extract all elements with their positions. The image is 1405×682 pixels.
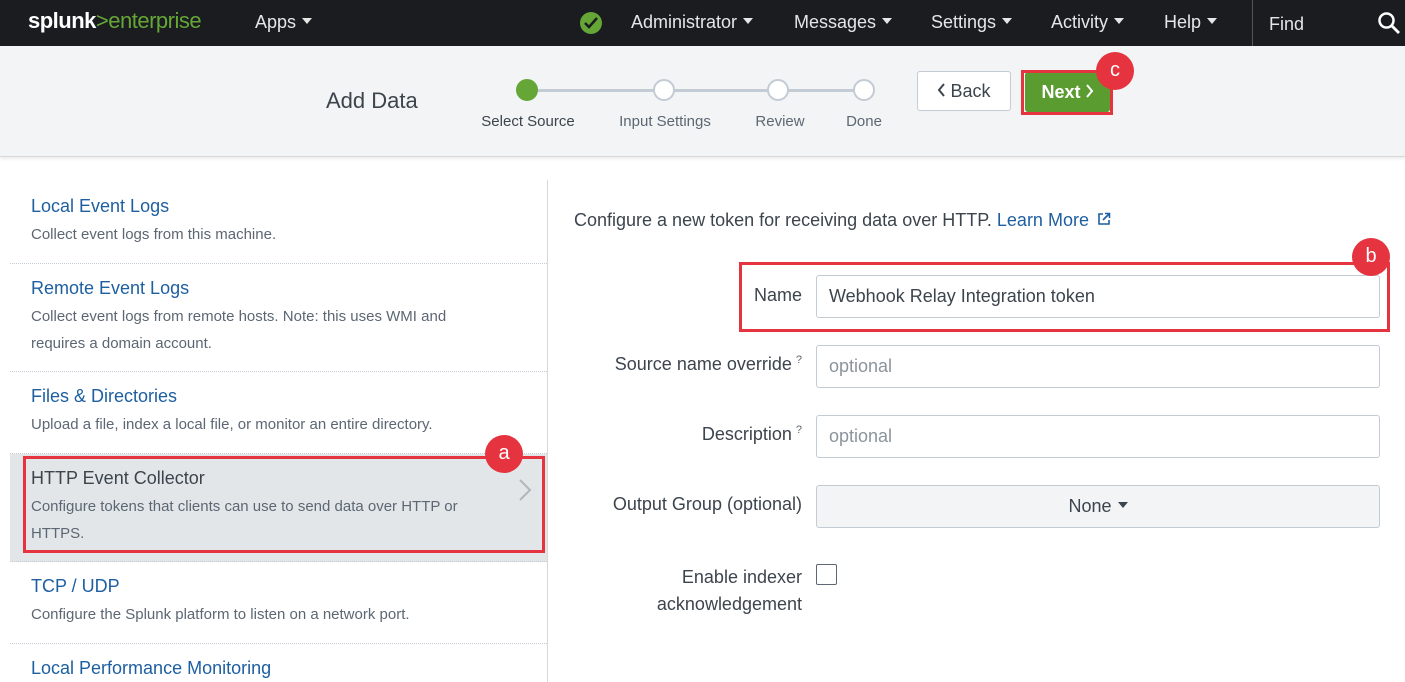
help-menu[interactable]: Help [1164, 12, 1218, 33]
apps-label: Apps [255, 12, 297, 32]
step-dot-input-settings [653, 79, 675, 101]
administrator-label: Administrator [631, 12, 738, 32]
add-data-header: Add Data Select Source Input Settings Re… [0, 46, 1405, 157]
step-label-input-settings: Input Settings [619, 113, 711, 130]
source-desc: Collect event logs from remote hosts. No… [31, 308, 447, 352]
indexer-ack-line1: Enable indexer [681, 567, 802, 587]
source-title: Local Performance Monitoring [31, 658, 272, 678]
chevron-down-icon [1117, 502, 1128, 509]
chevron-down-icon [302, 18, 313, 25]
source-title: Local Event Logs [31, 196, 170, 216]
indexer-ack-label: Enable indexer acknowledgement [657, 564, 802, 618]
source-title: TCP / UDP [31, 576, 120, 596]
learn-more-label: Learn More [996, 210, 1089, 230]
brand-main: splunk [28, 8, 96, 33]
activity-menu[interactable]: Activity [1051, 12, 1125, 33]
step-dot-review [767, 79, 789, 101]
annotation-badge-b: b [1352, 238, 1390, 276]
external-link-icon [1098, 212, 1111, 226]
source-title: Files & Directories [31, 386, 178, 406]
learn-more-link[interactable]: Learn More [997, 210, 1111, 230]
administrator-menu[interactable]: Administrator [631, 12, 754, 33]
source-item-tcp-udp[interactable]: TCP / UDP Configure the Splunk platform … [10, 562, 547, 644]
step-label-select-source: Select Source [481, 113, 575, 130]
indexer-ack-checkbox[interactable] [816, 564, 837, 585]
annotation-box-a [23, 456, 545, 553]
source-item-local-event-logs[interactable]: Local Event Logs Collect event logs from… [10, 180, 547, 264]
splunk-logo[interactable]: splunk>enterprise [28, 8, 202, 34]
output-group-value: None [1068, 496, 1112, 516]
source-item-remote-event-logs[interactable]: Remote Event Logs Collect event logs fro… [10, 264, 547, 372]
settings-menu[interactable]: Settings [931, 12, 1013, 33]
source-item-local-performance-monitoring[interactable]: Local Performance Monitoring [10, 644, 547, 682]
indexer-ack-line2: acknowledgement [656, 594, 802, 614]
step-dot-done [853, 79, 875, 101]
wizard-progress-line [527, 89, 864, 92]
description-input[interactable] [816, 415, 1380, 458]
description-text: Description [701, 424, 792, 444]
find-input[interactable] [1267, 11, 1371, 37]
chevron-down-icon [882, 18, 893, 25]
search-icon[interactable] [1377, 11, 1401, 35]
annotation-badge-c: c [1096, 52, 1134, 90]
chevron-down-icon [1002, 18, 1013, 25]
help-icon[interactable]: ? [796, 424, 802, 436]
step-dot-select-source [516, 79, 538, 101]
output-group-select[interactable]: None [816, 485, 1380, 528]
brand-gt: > [95, 8, 109, 33]
messages-menu[interactable]: Messages [794, 12, 893, 33]
back-label: Back [950, 81, 991, 101]
top-nav-bar: splunk>enterprise Apps Administrator Mes… [0, 0, 1405, 46]
source-name-override-input[interactable] [816, 345, 1380, 388]
output-group-label: Output Group (optional) [612, 494, 802, 514]
brand-product: enterprise [108, 8, 202, 33]
check-circle-icon[interactable] [580, 12, 602, 34]
chevron-down-icon [743, 18, 754, 25]
activity-label: Activity [1051, 12, 1109, 32]
source-item-files-directories[interactable]: Files & Directories Upload a file, index… [10, 372, 547, 454]
help-label: Help [1164, 12, 1202, 32]
step-label-done: Done [846, 113, 882, 130]
find-box [1252, 0, 1405, 46]
chevron-down-icon [1114, 18, 1125, 25]
page-title: Add Data [326, 88, 418, 113]
apps-menu[interactable]: Apps [255, 12, 313, 33]
step-label-review: Review [755, 113, 805, 130]
help-icon[interactable]: ? [796, 354, 802, 366]
annotation-badge-a: a [485, 435, 523, 473]
source-list: Local Event Logs Collect event logs from… [10, 180, 548, 682]
source-desc: Configure the Splunk platform to listen … [31, 606, 410, 623]
settings-label: Settings [931, 12, 997, 32]
source-title: Remote Event Logs [31, 278, 190, 298]
source-name-override-label: Source name override? [615, 354, 802, 375]
description-label: Description? [702, 424, 802, 445]
annotation-box-b [739, 262, 1390, 332]
source-name-override-text: Source name override [614, 354, 792, 374]
intro-text: Configure a new token for receiving data… [574, 210, 992, 230]
back-button[interactable]: Back [917, 71, 1011, 111]
source-desc: Collect event logs from this machine. [31, 226, 277, 243]
form-intro: Configure a new token for receiving data… [574, 210, 1111, 231]
source-desc: Upload a file, index a local file, or mo… [31, 416, 433, 433]
chevron-down-icon [1207, 18, 1218, 25]
chevron-left-icon [938, 83, 946, 97]
messages-label: Messages [794, 12, 877, 32]
